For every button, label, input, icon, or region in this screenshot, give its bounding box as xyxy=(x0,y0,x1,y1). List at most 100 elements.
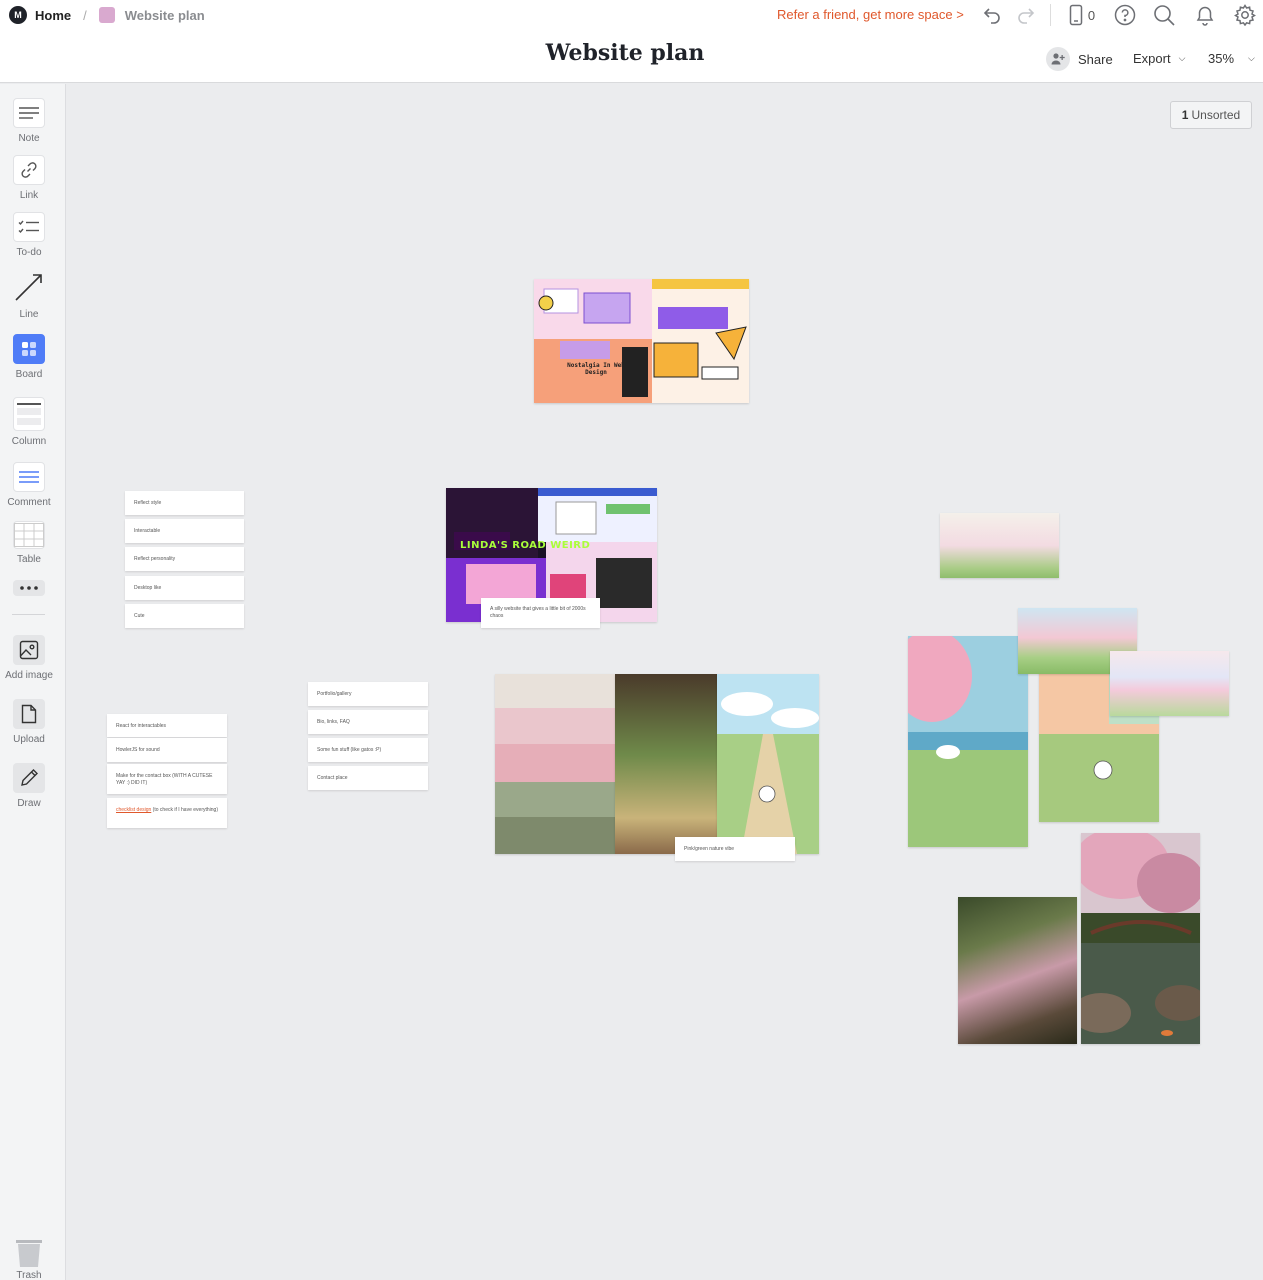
trash-button[interactable]: Trash xyxy=(0,1238,58,1280)
tool-column[interactable]: Column xyxy=(0,397,58,447)
garden-photo xyxy=(1081,833,1200,1044)
note-icon xyxy=(13,98,45,128)
device-button[interactable]: 0 xyxy=(1066,3,1098,27)
note-card[interactable]: Reflect style xyxy=(125,491,244,515)
meadow-illustration xyxy=(717,674,819,854)
phone-icon xyxy=(1069,4,1083,26)
tool-line[interactable]: Line xyxy=(0,270,58,320)
share-label: Share xyxy=(1078,51,1113,67)
garden-bridge-image[interactable] xyxy=(1081,833,1200,1044)
add-person-icon xyxy=(1046,47,1070,71)
chevron-down-icon: ⌵ xyxy=(1248,53,1255,63)
chevron-down-icon: ⌵ xyxy=(1178,53,1186,63)
share-button[interactable]: Share xyxy=(1046,47,1113,71)
note-text: (to check if I have everything) xyxy=(151,807,218,813)
web-design-moodboard-image[interactable]: Nostalgia In Web Design xyxy=(534,279,749,403)
tool-table[interactable]: Table xyxy=(0,521,58,565)
unsorted-button[interactable]: 1 Unsorted xyxy=(1170,101,1252,129)
zoom-label: 35% xyxy=(1208,51,1235,66)
tool-label: Comment xyxy=(7,497,51,508)
unsorted-count: 1 xyxy=(1181,108,1189,122)
file-icon xyxy=(13,699,45,729)
tool-label: Line xyxy=(19,309,39,320)
tool-add-image[interactable]: Add image xyxy=(0,635,58,681)
more-icon xyxy=(13,580,45,596)
tool-label: To-do xyxy=(16,247,42,258)
lake-illustration xyxy=(908,636,1028,847)
totoro-sky-image[interactable] xyxy=(1110,651,1229,716)
note-card[interactable]: React for interactables xyxy=(107,714,227,737)
checklist-icon xyxy=(13,212,45,242)
note-card-checklist[interactable]: checklist design (to check if I have eve… xyxy=(107,798,227,828)
note-card[interactable]: HowlerJS for sound xyxy=(107,738,227,762)
tool-sidebar: Note Link To-do Line Board Column Commen… xyxy=(0,84,66,1280)
tool-upload[interactable]: Upload xyxy=(0,699,58,745)
export-label: Export xyxy=(1133,51,1171,66)
breadcrumb: M Home / Website plan xyxy=(9,5,205,25)
note-card[interactable]: Cute xyxy=(125,604,244,628)
tool-note[interactable]: Note xyxy=(0,98,58,144)
table-icon xyxy=(13,521,45,549)
bell-icon[interactable] xyxy=(1193,3,1217,27)
nature-caption-card[interactable]: Pink/green nature vibe xyxy=(675,837,795,861)
note-card[interactable]: Desktop like xyxy=(125,576,244,600)
trash-icon xyxy=(16,1240,42,1267)
image-icon xyxy=(13,635,45,665)
tool-draw[interactable]: Draw xyxy=(0,763,58,809)
pencil-icon xyxy=(13,763,45,793)
zoom-select[interactable]: 35% ⌵ xyxy=(1208,51,1255,66)
tool-label: Upload xyxy=(13,734,45,745)
note-card[interactable]: Contact place xyxy=(308,766,428,790)
moodboard-caption: Nostalgia In Web Design xyxy=(567,362,625,376)
tool-board[interactable]: Board xyxy=(0,334,58,380)
checklist-design-link[interactable]: checklist design xyxy=(116,807,151,813)
top-bar: M Home / Website plan Refer a friend, ge… xyxy=(0,0,1263,83)
search-icon[interactable] xyxy=(1152,3,1176,27)
tool-comment[interactable]: Comment xyxy=(0,462,58,508)
note-card[interactable]: Interactable xyxy=(125,519,244,543)
moodboard-collage xyxy=(534,279,749,403)
tool-label: Add image xyxy=(5,670,53,681)
board-icon xyxy=(13,334,45,364)
breadcrumb-home[interactable]: Home xyxy=(35,8,71,23)
tool-link[interactable]: Link xyxy=(0,155,58,201)
breadcrumb-board[interactable]: Website plan xyxy=(125,8,205,23)
forest-path-image[interactable] xyxy=(615,674,717,854)
link-icon xyxy=(13,155,45,185)
tool-label: Draw xyxy=(17,798,41,809)
comment-icon xyxy=(13,462,45,492)
tool-label: Table xyxy=(17,554,41,565)
undo-icon[interactable] xyxy=(980,3,1004,27)
export-button[interactable]: Export ⌵ xyxy=(1133,51,1185,66)
color-palette-image[interactable] xyxy=(495,674,615,854)
note-card[interactable]: Make for the contact box (WITH A CUTESE … xyxy=(107,764,227,794)
note-card[interactable]: Reflect personality xyxy=(125,547,244,571)
unsorted-label: Unsorted xyxy=(1191,108,1241,122)
tool-todo[interactable]: To-do xyxy=(0,212,58,258)
anime-lake-image[interactable] xyxy=(908,636,1028,847)
cherry-blossom-image[interactable] xyxy=(940,513,1059,578)
toolbar-divider xyxy=(1050,4,1051,26)
column-icon xyxy=(13,397,45,431)
board-color-icon xyxy=(98,7,115,23)
breadcrumb-separator: / xyxy=(83,7,87,23)
help-icon[interactable] xyxy=(1113,3,1137,27)
settings-gear-icon[interactable] xyxy=(1233,3,1257,27)
refer-friend-link[interactable]: Refer a friend, get more space > xyxy=(777,7,964,22)
note-card[interactable]: Bio, links, FAQ xyxy=(308,710,428,734)
arrow-line-icon xyxy=(13,270,45,304)
note-card[interactable]: Portfolio/gallery xyxy=(308,682,428,706)
sidebar-divider xyxy=(12,614,45,615)
app-logo-icon[interactable]: M xyxy=(9,6,27,24)
chaos-caption-card[interactable]: A silly website that gives a little bit … xyxy=(481,598,600,628)
note-card[interactable]: Some fun stuff (like gatos :P) xyxy=(308,738,428,762)
device-count: 0 xyxy=(1087,7,1096,23)
cat-meadow-image[interactable] xyxy=(717,674,819,854)
weird-site-caption: LINDA'S ROAD WEIRD xyxy=(460,540,591,551)
petal-stairs-image[interactable] xyxy=(958,897,1077,1044)
tool-label: Trash xyxy=(16,1270,42,1280)
tool-label: Note xyxy=(18,133,40,144)
tool-label: Board xyxy=(15,369,43,380)
redo-icon[interactable] xyxy=(1014,3,1038,27)
more-tools-button[interactable] xyxy=(0,580,58,596)
